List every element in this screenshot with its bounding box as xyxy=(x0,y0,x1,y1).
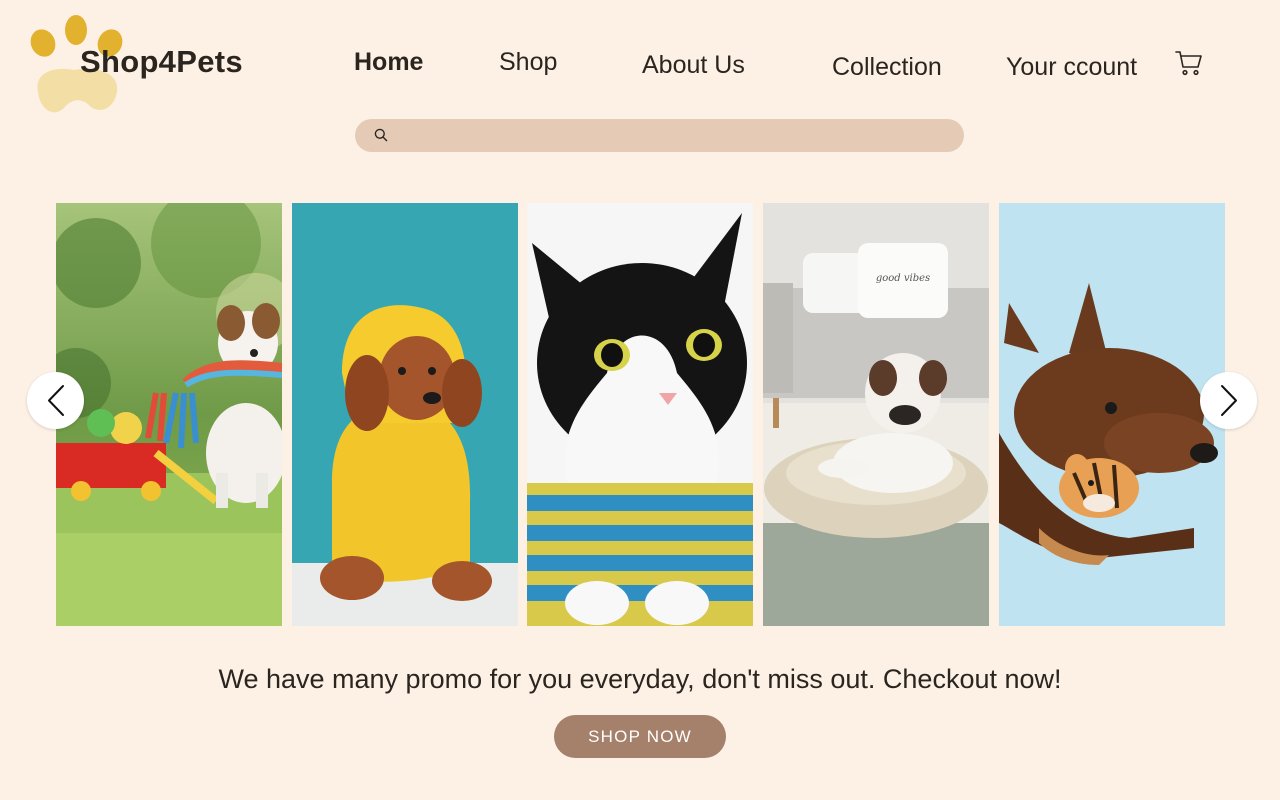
nav-your-account[interactable]: Your ccount xyxy=(1006,53,1137,82)
search-icon xyxy=(374,128,388,142)
search-bar[interactable] xyxy=(355,119,964,154)
shopping-cart-icon[interactable] xyxy=(1174,48,1204,78)
chevron-right-icon xyxy=(1221,385,1237,416)
shop-now-button[interactable]: SHOP NOW xyxy=(554,715,726,758)
promo-text: We have many promo for you everyday, don… xyxy=(218,664,1062,694)
nav-about-us[interactable]: About Us xyxy=(642,51,745,80)
nav-collection[interactable]: Collection xyxy=(832,53,942,82)
image-carousel: good vibes xyxy=(56,203,1225,626)
carousel-prev-button[interactable] xyxy=(27,372,84,429)
nav-home[interactable]: Home xyxy=(354,48,423,77)
carousel-slide-bulldog-on-pet-bed[interactable]: good vibes xyxy=(763,203,989,626)
carousel-slide-poodle-in-yellow-hoodie[interactable] xyxy=(292,203,518,626)
carousel-slide-dog-with-tiger-plush[interactable] xyxy=(999,203,1225,626)
carousel-slide-cat-in-striped-sweater[interactable] xyxy=(527,203,753,626)
search-input[interactable] xyxy=(399,119,943,154)
chevron-left-icon xyxy=(48,385,64,416)
nav-shop[interactable]: Shop xyxy=(499,48,557,77)
carousel-next-button[interactable] xyxy=(1200,372,1257,429)
carousel-slide-dog-with-rope-toy[interactable] xyxy=(56,203,282,626)
brand-logo[interactable]: Shop4Pets xyxy=(26,14,266,124)
pillow-text: good vibes xyxy=(876,273,930,284)
brand-name: Shop4Pets xyxy=(80,44,243,79)
